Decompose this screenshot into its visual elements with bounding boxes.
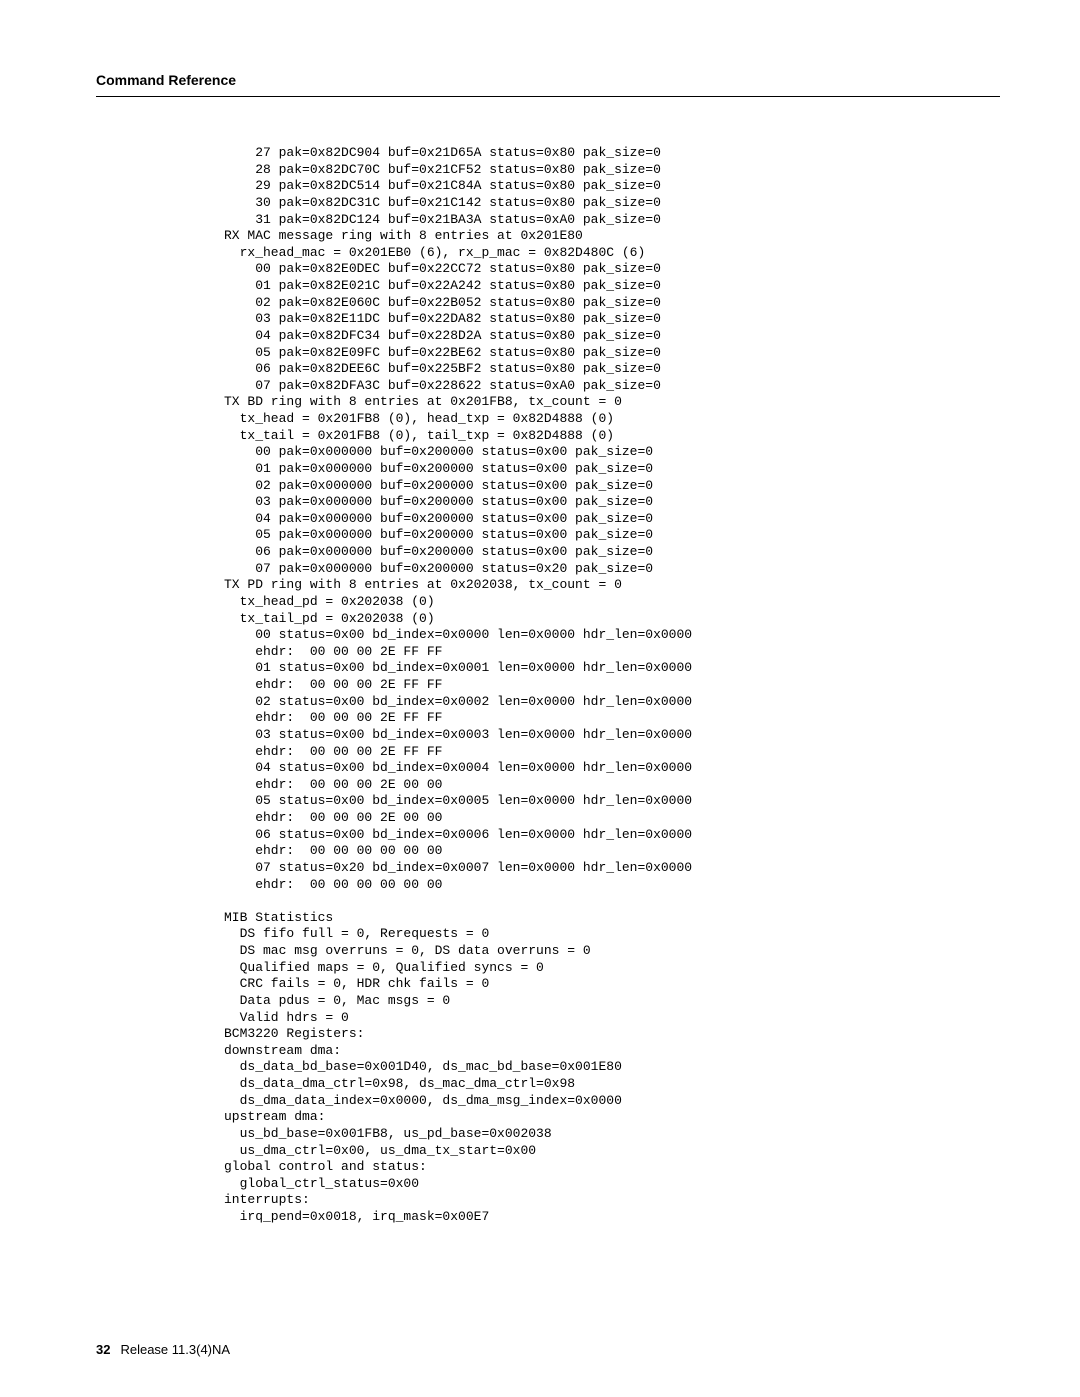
page: Command Reference 27 pak=0x82DC904 buf=0… [0, 0, 1080, 1397]
page-header: Command Reference [96, 72, 1000, 97]
page-number: 32 [96, 1342, 110, 1357]
header-rule [96, 96, 1000, 97]
header-title: Command Reference [96, 72, 1000, 88]
command-output: 27 pak=0x82DC904 buf=0x21D65A status=0x8… [224, 145, 1000, 1226]
release-label: Release 11.3(4)NA [120, 1342, 230, 1357]
page-footer: 32 Release 11.3(4)NA [96, 1342, 230, 1357]
